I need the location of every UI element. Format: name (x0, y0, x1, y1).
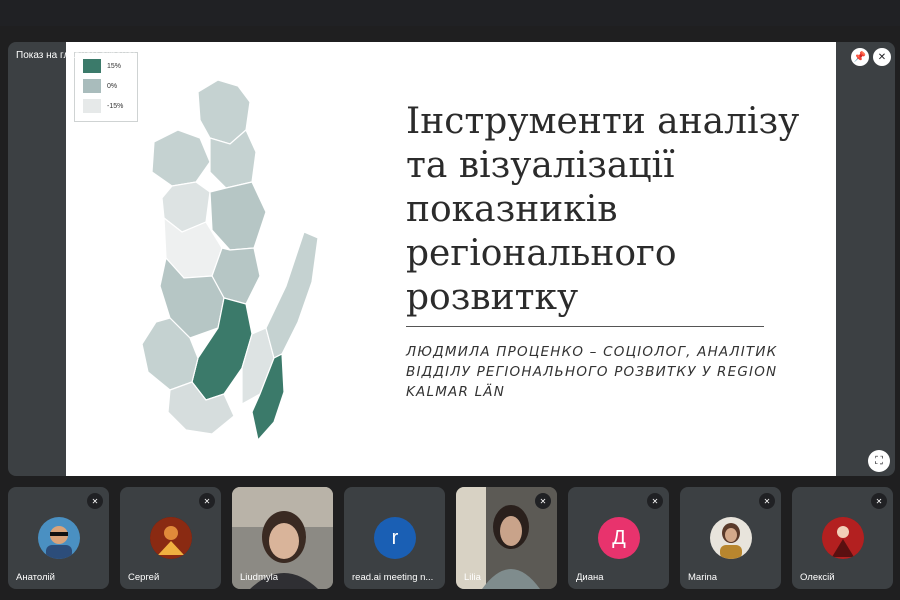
subtitle-line: ЛЮДМИЛА ПРОЦЕНКО – СОЦІОЛОГ, АНАЛІТИК (406, 344, 778, 360)
map-region (265, 231, 319, 359)
avatar (710, 517, 752, 559)
participant-tile[interactable]: ✕ Олексій (792, 487, 893, 589)
avatar-letter: Д (612, 526, 626, 549)
map-region (209, 181, 267, 251)
legend-label: -15% (107, 102, 124, 110)
mic-off-icon: ✕ (87, 493, 103, 509)
participant-tile[interactable]: ✕ Marina (680, 487, 781, 589)
legend-label: 0% (107, 82, 118, 90)
top-bar (0, 0, 900, 26)
avatar (822, 517, 864, 559)
mic-off-icon[interactable]: ✕ (873, 48, 891, 66)
legend-label: 15% (107, 62, 122, 70)
participant-tile[interactable]: ✕ Lilia (456, 487, 557, 589)
participant-tile[interactable]: r read.ai meeting n... (344, 487, 445, 589)
participant-name: Олексій (800, 572, 835, 583)
presentation-stage: Показ на главном экране: Ludmyla Protsen… (8, 42, 895, 476)
avatar (150, 517, 192, 559)
subtitle-line: KALMAR LÄN (406, 384, 506, 400)
pin-icon[interactable]: 📌 (851, 48, 869, 66)
participant-tile[interactable]: ✕ Сергей (120, 487, 221, 589)
legend-item: -15% (83, 99, 123, 113)
title-line: та візуалізації (406, 145, 675, 186)
participant-name: Диана (576, 572, 604, 583)
legend-item: 0% (83, 79, 117, 93)
fullscreen-icon[interactable]: ⛶ (868, 450, 890, 472)
participant-name: Marina (688, 572, 718, 583)
title-line: регіонального (406, 233, 677, 274)
participant-name: Lilia (464, 572, 481, 583)
slide: 15% 0% -15% Інструменти аналізу та візуа… (66, 42, 836, 476)
title-line: показників (406, 189, 618, 230)
presenter-label: Показ на главном экране: Ludmyla Protsen… (16, 50, 224, 61)
legend-swatch (83, 59, 101, 73)
slide-subtitle: ЛЮДМИЛА ПРОЦЕНКО – СОЦІОЛОГ, АНАЛІТИК ВІ… (406, 342, 826, 402)
participant-name: Liudmyla (240, 572, 279, 583)
participant-tile[interactable]: Liudmyla (232, 487, 333, 589)
mic-off-icon: ✕ (535, 493, 551, 509)
subtitle-line: ВІДДІЛУ РЕГІОНАЛЬНОГО РОЗВИТКУ У REGION (406, 364, 778, 380)
participant-name: Анатолій (16, 572, 55, 583)
avatar: r (374, 517, 416, 559)
map-region (151, 129, 211, 187)
avatar (38, 517, 80, 559)
mic-off-icon: ✕ (871, 493, 887, 509)
mic-off-icon: ✕ (199, 493, 215, 509)
legend-swatch (83, 99, 101, 113)
title-divider (406, 326, 764, 327)
mic-off-icon: ✕ (647, 493, 663, 509)
avatar-letter: r (391, 526, 399, 549)
avatar: Д (598, 517, 640, 559)
participant-name: read.ai meeting n... (352, 572, 434, 583)
region-map (141, 79, 319, 442)
legend-swatch (83, 79, 101, 93)
participant-tile[interactable]: ✕ Анатолій (8, 487, 109, 589)
participant-strip: ✕ Анатолій ✕ Сергей Liudmyla r read.ai m… (8, 487, 898, 589)
participant-tile[interactable]: ✕ Д Диана (568, 487, 669, 589)
title-line: Інструменти аналізу (406, 101, 800, 142)
slide-title: Інструменти аналізу та візуалізації пока… (406, 100, 826, 320)
legend-item: 15% (83, 59, 121, 73)
mic-off-icon: ✕ (759, 493, 775, 509)
participant-name: Сергей (128, 572, 160, 583)
title-line: розвитку (406, 277, 579, 318)
